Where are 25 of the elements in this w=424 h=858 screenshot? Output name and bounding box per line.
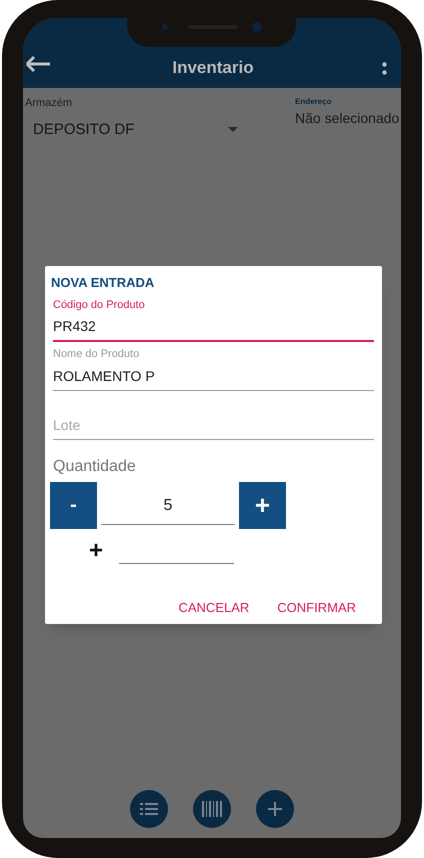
- dialog-title: NOVA ENTRADA: [51, 274, 156, 292]
- field-label: Código do Produto: [53, 298, 146, 313]
- dialog-button[interactable]: CANCELAR: [166, 590, 262, 625]
- field-label: Nome do Produto: [53, 347, 140, 362]
- plus-sign: +: [89, 538, 104, 564]
- plus-icon: [268, 802, 282, 816]
- increment-button[interactable]: +: [239, 482, 286, 528]
- field-label: Armazém: [25, 96, 74, 111]
- text-field[interactable]: PR432: [53, 314, 374, 342]
- text-field[interactable]: ROLAMENTO P: [53, 362, 374, 390]
- more-menu-icon[interactable]: [382, 62, 387, 76]
- quantity-label: Quantidade: [53, 456, 137, 476]
- dialog-button[interactable]: CONFIRMAR: [265, 590, 368, 625]
- list-button[interactable]: [130, 790, 168, 828]
- field-label: Endereço: [295, 96, 332, 108]
- decrement-button[interactable]: -: [50, 482, 97, 528]
- list-icon: [140, 803, 158, 815]
- quantity-field[interactable]: 5: [101, 485, 235, 525]
- dropdown-caret-icon: [228, 127, 238, 132]
- address-value: Não selecionado: [295, 109, 399, 128]
- app-title: Inventario: [171, 57, 255, 79]
- add-button[interactable]: [256, 790, 294, 828]
- scan-button[interactable]: [193, 790, 231, 828]
- back-arrow-icon[interactable]: [25, 56, 51, 72]
- barcode-icon: [202, 801, 222, 817]
